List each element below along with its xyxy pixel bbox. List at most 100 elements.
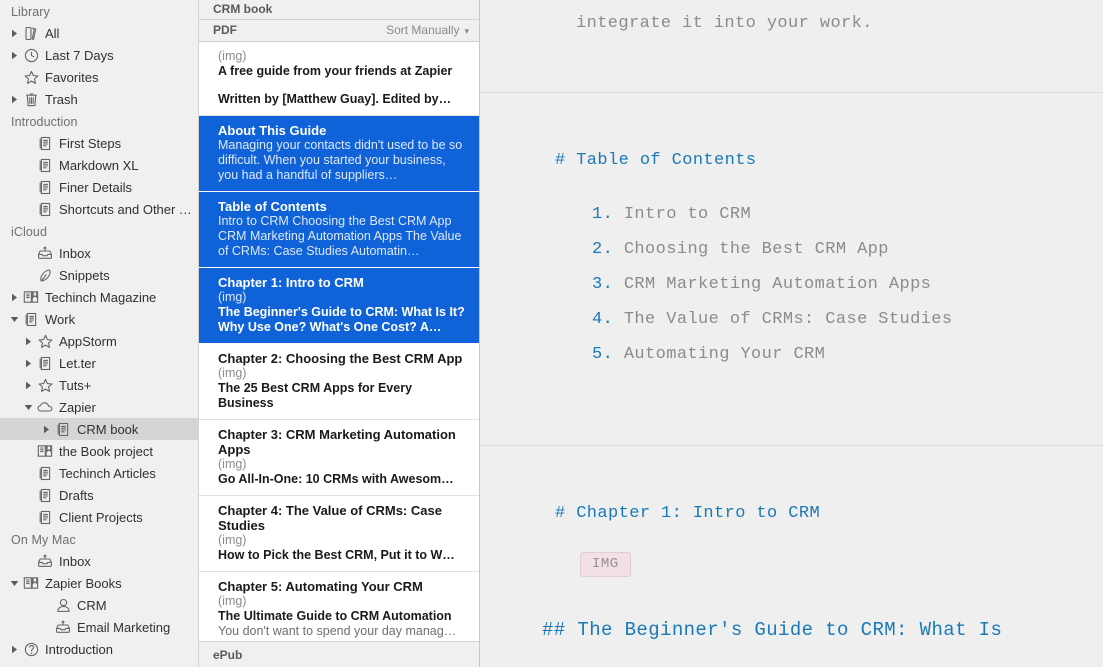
toc-item-text: CRM Marketing Automation Apps — [623, 275, 932, 294]
sidebar-item-favorites[interactable]: Favorites — [0, 66, 198, 88]
editor-block-chapter1: # Chapter 1: Intro to CRM IMG ## The Beg… — [480, 446, 1103, 641]
star-icon — [35, 334, 55, 349]
toc-item-number: 2. — [592, 240, 614, 259]
sidebar-item-finer-details[interactable]: Finer Details — [0, 176, 198, 198]
toc-list-item: 1. Intro to CRM — [592, 197, 1103, 232]
list-item[interactable]: About This Guide Managing your contacts d… — [199, 115, 479, 192]
toc-item-text: Intro to CRM — [623, 205, 752, 224]
sidebar-item-first-steps[interactable]: First Steps — [0, 132, 198, 154]
document-icon — [35, 136, 55, 151]
image-placeholder-token[interactable]: IMG — [580, 552, 631, 577]
sidebar-item-label: Tuts+ — [59, 377, 92, 393]
sidebar-item-introduction[interactable]: Introduction — [0, 638, 198, 660]
list-item[interactable]: Chapter 1: Intro to CRM (img) The Beginner… — [199, 267, 479, 344]
document-icon — [53, 422, 73, 437]
sidebar-item-label: the Book project — [59, 443, 153, 459]
toc-heading: # Table of Contents — [555, 151, 757, 170]
sidebar-item-label: Markdown XL — [59, 157, 139, 173]
list-item[interactable]: Chapter 2: Choosing the Best CRM App (img… — [199, 344, 479, 420]
sidebar-item-all[interactable]: All — [0, 22, 198, 44]
sidebar-item-label: Inbox — [59, 245, 91, 261]
book-icon — [21, 290, 41, 304]
chevron-right-icon[interactable] — [8, 51, 21, 60]
sidebar-item-label: Let.ter — [59, 355, 96, 371]
book-icon — [21, 576, 41, 590]
list-item-title: Chapter 3: CRM Marketing Automation Apps — [218, 426, 456, 457]
chevron-down-icon[interactable] — [22, 404, 35, 411]
list-item-title: About This Guide — [218, 122, 327, 138]
sidebar-item-appstorm[interactable]: AppStorm — [0, 330, 198, 352]
sidebar-item-label: Snippets — [59, 267, 110, 283]
toc-item-number: 4. — [592, 310, 614, 329]
sidebar-item-inbox[interactable]: Inbox — [0, 242, 198, 264]
sidebar-item-trash[interactable]: Trash — [0, 88, 198, 110]
toc-item-number: 3. — [592, 275, 614, 294]
sidebar-item-crm[interactable]: CRM — [0, 594, 198, 616]
list-item[interactable]: Chapter 5: Automating Your CRM (img) The U… — [199, 572, 479, 642]
chevron-right-icon[interactable] — [40, 425, 53, 434]
document-icon — [35, 180, 55, 195]
sidebar-item-snippets[interactable]: Snippets — [0, 264, 198, 286]
toc-item-text: Choosing the Best CRM App — [623, 240, 889, 259]
editor-block-toc: # Table of Contents 1. Intro to CRM 2. Ch… — [480, 93, 1103, 445]
sidebar-section-header: On My Mac — [11, 533, 76, 547]
sidebar-item-last-7-days[interactable]: Last 7 Days — [0, 44, 198, 66]
list-item-image-marker: (img) — [218, 532, 247, 547]
list-item-subtitle: The Beginner's Guide to CRM: What Is It?… — [218, 304, 465, 334]
sidebar-item-tuts[interactable]: Tuts+ — [0, 374, 198, 396]
sidebar-item-drafts[interactable]: Drafts — [0, 484, 198, 506]
toc-item-number: 5. — [592, 345, 614, 364]
chevron-down-icon[interactable] — [8, 316, 21, 323]
sidebar-item-label: Finer Details — [59, 179, 132, 195]
sidebar-item-label: All — [45, 25, 60, 41]
chevron-right-icon[interactable] — [22, 381, 35, 390]
sidebar-item-work[interactable]: Work — [0, 308, 198, 330]
list-item-preview: You don't want to spend your day manag… — [218, 623, 457, 638]
sidebar-item-label: Techinch Magazine — [45, 289, 157, 305]
chevron-right-icon[interactable] — [8, 29, 21, 38]
question-icon — [21, 642, 41, 657]
list-item-subtitle: How to Pick the Best CRM, Put it to W… — [218, 547, 455, 562]
app-window: Library All Last 7 Days Favorites Trash Intro… — [0, 0, 1103, 667]
sidebar-item-the-book-project[interactable]: the Book project — [0, 440, 198, 462]
toc-list-item: 4. The Value of CRMs: Case Studies — [592, 302, 1103, 337]
list-item[interactable]: Chapter 4: The Value of CRMs: Case Studi… — [199, 496, 479, 572]
books-icon — [21, 26, 41, 41]
sidebar-item-zapier-books[interactable]: Zapier Books — [0, 572, 198, 594]
chevron-right-icon[interactable] — [8, 293, 21, 302]
sidebar: Library All Last 7 Days Favorites Trash Intro… — [0, 0, 199, 667]
format-label: PDF — [213, 23, 237, 38]
sidebar-section-header: Library — [11, 5, 50, 19]
sidebar-item-label: Zapier Books — [45, 575, 122, 591]
document-list[interactable]: (img) A free guide from your friends at Z… — [199, 42, 479, 642]
chevron-right-icon[interactable] — [22, 359, 35, 368]
list-footer-epub[interactable]: ePub — [199, 641, 479, 667]
chevron-right-icon[interactable] — [8, 645, 21, 654]
list-item-title: Table of Contents — [218, 198, 327, 214]
sidebar-item-techinch-magazine[interactable]: Techinch Magazine — [0, 286, 198, 308]
sidebar-item-label: CRM — [77, 597, 107, 613]
sidebar-item-let-ter[interactable]: Let.ter — [0, 352, 198, 374]
chevron-right-icon[interactable] — [22, 337, 35, 346]
sidebar-item-email-marketing[interactable]: Email Marketing — [0, 616, 198, 638]
chevron-right-icon[interactable] — [8, 95, 21, 104]
list-item[interactable]: Table of Contents Intro to CRM Choosing t… — [199, 191, 479, 268]
sidebar-item-label: Last 7 Days — [45, 47, 114, 63]
sidebar-item-client-projects[interactable]: Client Projects — [0, 506, 198, 528]
list-item-title: Chapter 5: Automating Your CRM — [218, 578, 423, 594]
sort-control[interactable]: Sort Manually ▾ — [386, 23, 469, 37]
sidebar-item-shortcuts-and-other-tips[interactable]: Shortcuts and Other Tips — [0, 198, 198, 220]
sidebar-item-markdown-xl[interactable]: Markdown XL — [0, 154, 198, 176]
list-item-image-marker: (img) — [218, 593, 247, 608]
editor-pane[interactable]: integrate it into your work. # Table of … — [480, 0, 1103, 667]
list-item[interactable]: Chapter 3: CRM Marketing Automation Apps… — [199, 420, 479, 496]
sidebar-item-label: Client Projects — [59, 509, 143, 525]
sidebar-item-zapier[interactable]: Zapier — [0, 396, 198, 418]
sidebar-item-techinch-articles[interactable]: Techinch Articles — [0, 462, 198, 484]
sidebar-item-inbox[interactable]: Inbox — [0, 550, 198, 572]
list-item[interactable]: (img) A free guide from your friends at Z… — [199, 42, 479, 116]
inbox-icon — [35, 246, 55, 260]
clock-icon — [21, 48, 41, 63]
chevron-down-icon[interactable] — [8, 580, 21, 587]
sidebar-item-crm-book[interactable]: CRM book — [0, 418, 198, 440]
